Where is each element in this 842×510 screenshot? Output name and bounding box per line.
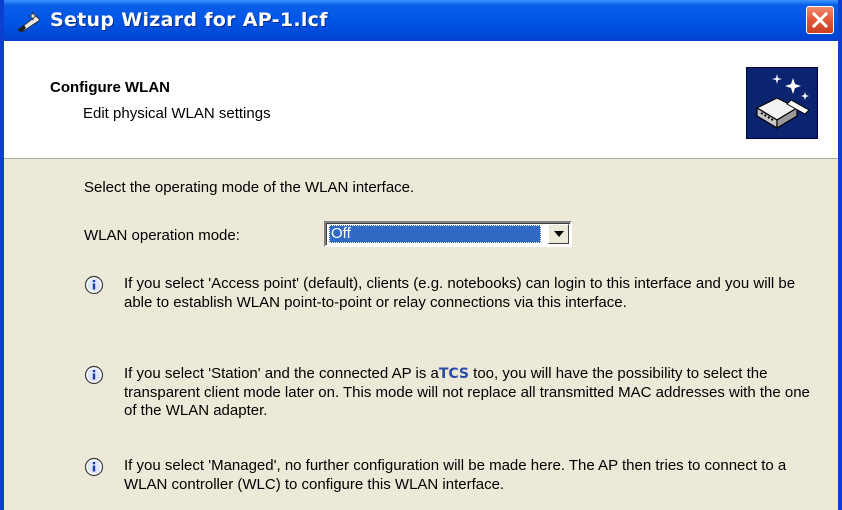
info-text: If you select 'Station' and the connecte… [124, 365, 814, 421]
info-station: If you select 'Station' and the connecte… [84, 365, 810, 425]
page-subtitle: Edit physical WLAN settings [83, 105, 271, 122]
wlan-mode-label: WLAN operation mode: [84, 227, 240, 244]
info-icon [84, 457, 104, 477]
title-bar[interactable]: Setup Wizard for AP-1.lcf [4, 0, 838, 41]
wlan-mode-select[interactable]: Off [324, 221, 572, 247]
info-text: If you select 'Managed', no further conf… [124, 457, 787, 493]
setup-wizard-window: Setup Wizard for AP-1.lcf Configure WLAN… [0, 0, 842, 510]
info-managed: If you select 'Managed', no further conf… [84, 457, 804, 497]
close-icon [811, 11, 829, 29]
wlan-mode-selected-value[interactable]: Off [329, 225, 541, 243]
info-text-start: If you select 'Station' and the connecte… [124, 365, 439, 382]
info-text: If you select 'Access point' (default), … [124, 275, 796, 311]
wizard-content: Select the operating mode of the WLAN in… [4, 159, 838, 510]
wlan-device-wizard-icon [746, 67, 818, 139]
page-title: Configure WLAN [50, 79, 170, 96]
info-icon [84, 275, 104, 295]
info-access-point: If you select 'Access point' (default), … [84, 275, 804, 335]
close-button[interactable] [806, 6, 834, 34]
wizard-header: Configure WLAN Edit physical WLAN settin… [4, 41, 838, 159]
info-icon [84, 365, 104, 385]
wizard-wand-icon [16, 10, 42, 33]
chevron-down-icon [554, 231, 564, 237]
brand-name: TCS [438, 366, 469, 382]
dropdown-button[interactable] [548, 224, 569, 244]
intro-text: Select the operating mode of the WLAN in… [84, 179, 415, 196]
window-title: Setup Wizard for AP-1.lcf [50, 9, 328, 31]
